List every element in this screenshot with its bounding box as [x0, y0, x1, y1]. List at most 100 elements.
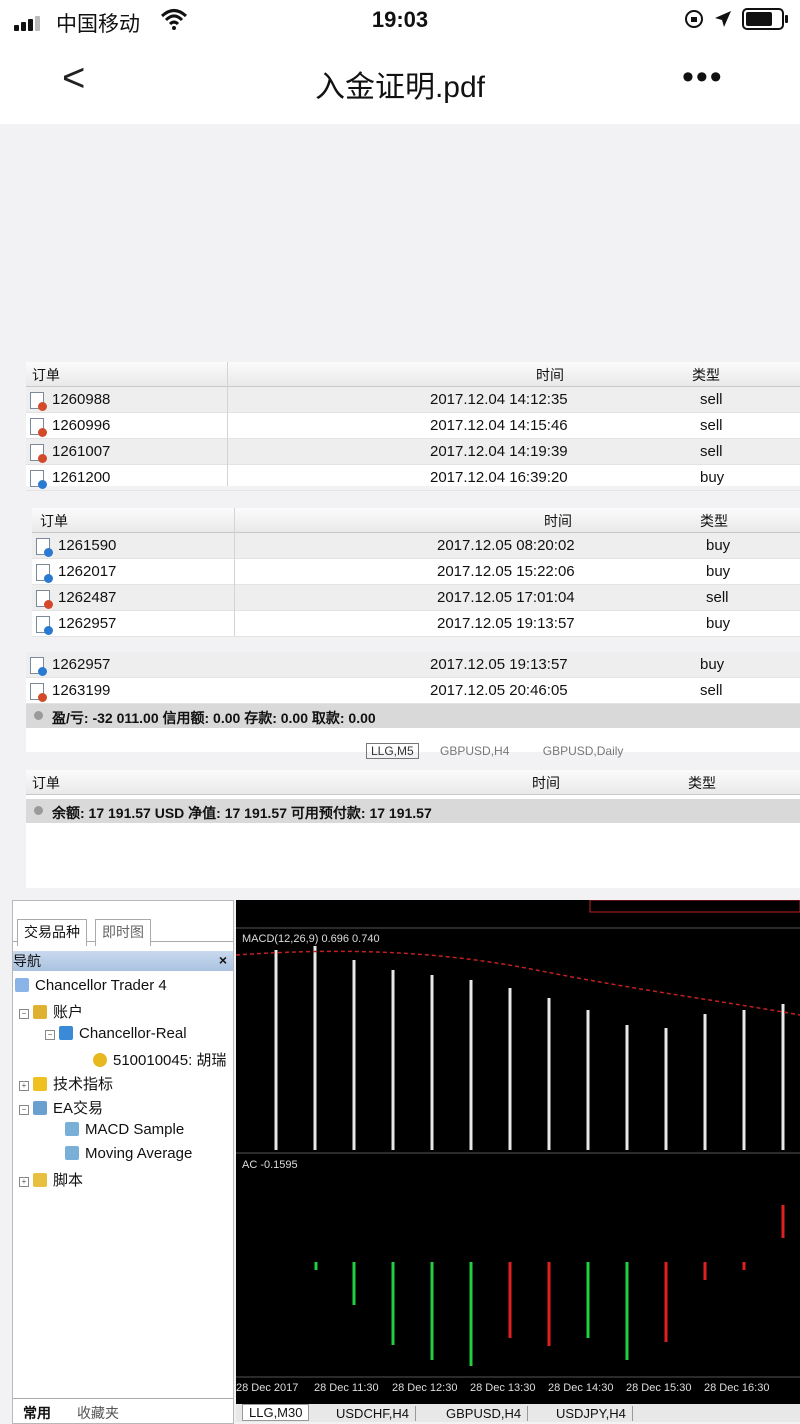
price-chart[interactable]: MACD(12,26,9) 0.696 0.740 AC -0.1595 28 … — [236, 900, 800, 1422]
tree-server[interactable]: − Chancellor-Real — [45, 1025, 187, 1042]
table-header: 订单 时间 类型 — [26, 362, 800, 387]
order-id: 1262957 — [52, 656, 111, 673]
status-dot-icon — [34, 806, 43, 815]
clock: 19:03 — [371, 7, 429, 32]
rotation-lock-icon — [685, 10, 703, 28]
tab-common[interactable]: 常用 — [23, 1403, 51, 1423]
battery-icon — [742, 8, 788, 30]
ea-icon — [33, 1101, 47, 1115]
x-tick-label: 28 Dec 12:30 — [392, 1382, 458, 1394]
tree-scripts[interactable]: + 脚本 — [19, 1169, 83, 1190]
order-time: 2017.12.05 17:01:04 — [437, 589, 575, 606]
tab-gbpusd-h4[interactable]: GBPUSD,H4 — [440, 744, 509, 758]
table-row[interactable]: 1260996 2017.12.04 14:15:46 sell — [26, 413, 800, 439]
chart-tabs-strip: LLG,M5 GBPUSD,H4 GBPUSD,Daily — [366, 743, 624, 759]
order-time: 2017.12.04 14:15:46 — [430, 417, 568, 434]
navigator-title: 导航 — [13, 953, 41, 969]
platform-icon — [15, 978, 29, 992]
sell-order-icon — [30, 683, 47, 702]
col-order[interactable]: 订单 — [40, 511, 68, 531]
orders-panel-1: 订单 时间 类型 1260988 2017.12.04 14:12:35 sell 1… — [26, 362, 800, 491]
orders-panel-2: 订单 时间 类型 1261590 2017.12.05 08:20:02 buy 12… — [32, 508, 800, 637]
order-type: buy — [700, 656, 725, 673]
tab-tick-chart[interactable]: 即时图 — [95, 919, 151, 946]
tab-gbpusd-h4[interactable]: GBPUSD,H4 — [440, 1406, 529, 1421]
order-time: 2017.12.05 20:46:05 — [430, 682, 568, 699]
x-tick-label: 28 Dec 16:30 — [704, 1382, 770, 1394]
order-id: 1262957 — [58, 615, 117, 632]
table-row[interactable]: 1262957 2017.12.05 19:13:57 buy — [26, 652, 800, 678]
tab-gbpusd-daily[interactable]: GBPUSD,Daily — [543, 744, 624, 758]
order-type: sell — [700, 443, 723, 460]
order-id: 1262487 — [58, 589, 117, 606]
tree-expert-advisors[interactable]: − EA交易 — [19, 1097, 103, 1118]
order-type: buy — [706, 563, 731, 580]
tree-accounts[interactable]: − 账户 — [19, 1001, 83, 1022]
nav-bar: < 入金证明.pdf ••• — [0, 40, 800, 124]
order-type: buy — [706, 537, 731, 554]
order-type: sell — [700, 417, 723, 434]
col-time[interactable]: 时间 — [532, 773, 560, 793]
order-rows: 1261590 2017.12.05 08:20:02 buy 1262017 2017… — [32, 533, 800, 637]
sell-order-icon — [30, 444, 47, 463]
chart-tabs: LLG,M30 USDCHF,H4 GBPUSD,H4 USDJPY,H4 — [236, 1404, 800, 1422]
col-order[interactable]: 订单 — [32, 365, 60, 385]
table-row[interactable]: 1262957 2017.12.05 19:13:57 buy — [32, 611, 800, 637]
chart-canvas — [236, 900, 800, 1378]
tab-usdjpy-h4[interactable]: USDJPY,H4 — [550, 1406, 633, 1421]
tab-usdchf-h4[interactable]: USDCHF,H4 — [330, 1406, 416, 1421]
table-row[interactable]: 1262017 2017.12.05 15:22:06 buy — [32, 559, 800, 585]
more-button[interactable]: ••• — [682, 58, 724, 97]
scripts-icon — [33, 1173, 47, 1187]
x-tick-label: 28 Dec 15:30 — [626, 1382, 692, 1394]
col-type[interactable]: 类型 — [692, 365, 720, 385]
order-id: 1260996 — [52, 417, 111, 434]
tab-favorites[interactable]: 收藏夹 — [77, 1403, 119, 1423]
order-type: sell — [706, 589, 729, 606]
status-bar: 中国移动 19:03 — [0, 0, 800, 40]
order-id: 1261007 — [52, 443, 111, 460]
tab-llg-m30[interactable]: LLG,M30 — [242, 1404, 310, 1421]
close-icon[interactable]: × — [219, 952, 227, 968]
sell-order-icon — [36, 590, 53, 609]
order-time: 2017.12.04 16:39:20 — [430, 469, 568, 486]
accounts-icon — [33, 1005, 47, 1019]
col-type[interactable]: 类型 — [688, 773, 716, 793]
tree-indicators[interactable]: + 技术指标 — [19, 1073, 113, 1094]
col-type[interactable]: 类型 — [700, 511, 728, 531]
price-frame — [589, 900, 800, 913]
tree-moving-average[interactable]: Moving Average — [65, 1145, 192, 1162]
table-header: 订单 时间 类型 — [32, 508, 800, 533]
order-time: 2017.12.04 14:12:35 — [430, 391, 568, 408]
buy-order-icon — [36, 564, 53, 583]
orders-panel-3: 1262957 2017.12.05 19:13:57 buy 1263199 2017… — [26, 652, 800, 752]
tree-account[interactable]: 510010045: 胡瑞 — [93, 1049, 226, 1070]
tab-symbols[interactable]: 交易品种 — [17, 919, 87, 946]
col-time[interactable]: 时间 — [536, 365, 564, 385]
table-row[interactable]: 1263199 2017.12.05 20:46:05 sell — [26, 678, 800, 704]
tab-llg-m5[interactable]: LLG,M5 — [366, 743, 419, 759]
col-order[interactable]: 订单 — [32, 773, 60, 793]
order-time: 2017.12.05 08:20:02 — [437, 537, 575, 554]
order-type: buy — [706, 615, 731, 632]
table-row[interactable]: 1261590 2017.12.05 08:20:02 buy — [32, 533, 800, 559]
table-row[interactable]: 1261007 2017.12.04 14:19:39 sell — [26, 439, 800, 465]
tree-root[interactable]: Chancellor Trader 4 — [15, 977, 167, 994]
macd-signal-line — [236, 950, 800, 1016]
status-dot-icon — [34, 711, 43, 720]
profit-summary: 盈/亏: -32 011.00 信用额: 0.00 存款: 0.00 取款: 0… — [26, 704, 800, 728]
table-row[interactable]: 1262487 2017.12.05 17:01:04 sell — [32, 585, 800, 611]
table-row[interactable]: 1260988 2017.12.04 14:12:35 sell — [26, 387, 800, 413]
order-type: sell — [700, 391, 723, 408]
x-tick-label: 28 Dec 13:30 — [470, 1382, 536, 1394]
col-time[interactable]: 时间 — [544, 511, 572, 531]
server-icon — [59, 1026, 73, 1040]
table-row[interactable]: 1261200 2017.12.04 16:39:20 buy — [26, 465, 800, 491]
order-id: 1261200 — [52, 469, 111, 486]
account-panel: 订单 时间 类型 余额: 17 191.57 USD 净值: 17 191.57… — [26, 770, 800, 888]
navigator-header: 导航 × — [13, 951, 233, 971]
order-type: sell — [700, 682, 723, 699]
tree-macd-sample[interactable]: MACD Sample — [65, 1121, 184, 1138]
sell-order-icon — [30, 392, 47, 411]
sell-order-icon — [30, 418, 47, 437]
